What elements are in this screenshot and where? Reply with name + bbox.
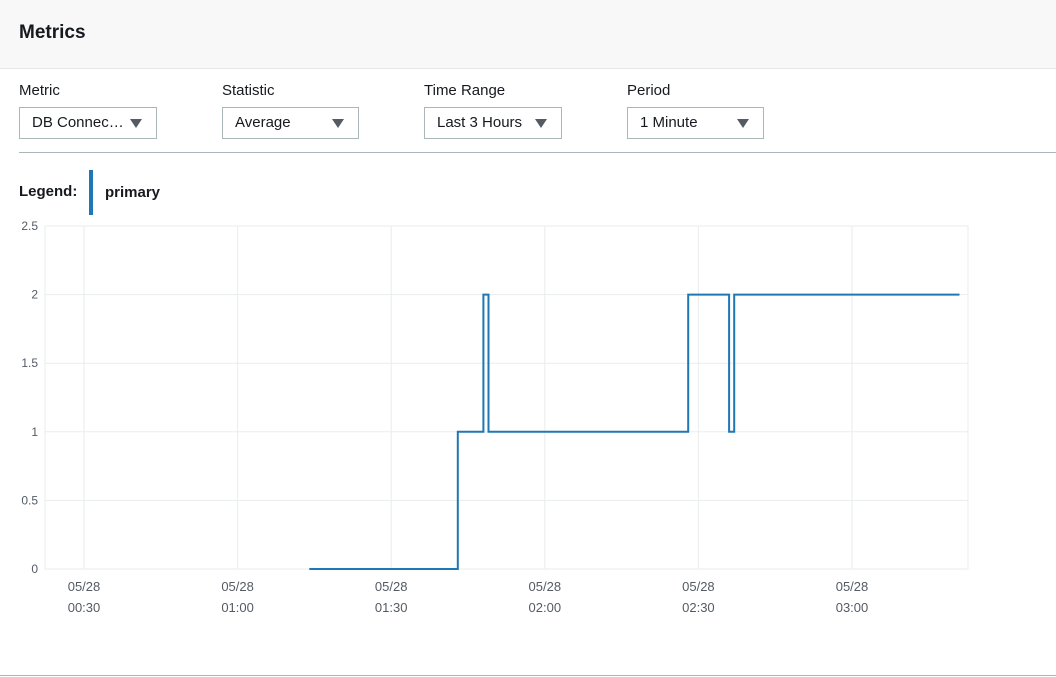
x-tick-date: 05/28	[68, 579, 101, 594]
y-tick-label: 0.5	[21, 493, 38, 507]
time-range-value: Last 3 Hours	[437, 114, 523, 131]
time-range-select[interactable]: Last 3 Hours	[424, 107, 562, 139]
caret-down-icon	[737, 119, 749, 128]
x-tick-date: 05/28	[221, 579, 254, 594]
y-tick-label: 2	[31, 288, 38, 302]
metric-control: Metric DB Connec…	[19, 82, 157, 139]
x-tick-date: 05/28	[682, 579, 715, 594]
metric-select[interactable]: DB Connec…	[19, 107, 157, 139]
x-tick-date: 05/28	[836, 579, 869, 594]
metric-label: Metric	[19, 82, 60, 99]
x-tick-date: 05/28	[529, 579, 562, 594]
x-tick-time: 03:00	[836, 600, 869, 615]
period-select[interactable]: 1 Minute	[627, 107, 764, 139]
statistic-control: Statistic Average	[222, 82, 359, 139]
y-tick-label: 2.5	[21, 219, 38, 233]
x-tick-date: 05/28	[375, 579, 408, 594]
y-tick-label: 1	[31, 425, 38, 439]
panel-header: Metrics	[0, 0, 1056, 69]
metrics-chart: 0 0.5 1 1.5 2 2.5 05/28 00:30 05/28 01:00 05/28 01:…	[21, 219, 969, 615]
time-range-control: Time Range Last 3 Hours	[424, 82, 562, 139]
caret-down-icon	[535, 119, 547, 128]
statistic-label: Statistic	[222, 82, 275, 99]
legend-swatch	[89, 170, 93, 215]
period-control: Period 1 Minute	[627, 82, 764, 139]
x-tick-time: 01:30	[375, 600, 408, 615]
period-value: 1 Minute	[640, 114, 698, 131]
caret-down-icon	[332, 119, 344, 128]
x-tick-time: 02:00	[529, 600, 562, 615]
caret-down-icon	[130, 119, 142, 128]
x-tick-time: 00:30	[68, 600, 101, 615]
y-tick-label: 1.5	[21, 356, 38, 370]
plot-area	[44, 225, 969, 570]
controls-divider	[19, 152, 1056, 153]
x-tick-time: 02:30	[682, 600, 715, 615]
time-range-label: Time Range	[424, 82, 506, 99]
statistic-select[interactable]: Average	[222, 107, 359, 139]
panel-title: Metrics	[19, 22, 86, 43]
period-label: Period	[627, 82, 671, 99]
metric-value: DB Connec…	[32, 114, 124, 131]
bottom-border	[0, 675, 1056, 676]
statistic-value: Average	[235, 114, 291, 131]
legend-series-name: primary	[105, 184, 161, 201]
x-tick-time: 01:00	[221, 600, 254, 615]
y-tick-label: 0	[31, 562, 38, 576]
legend-label: Legend:	[19, 183, 78, 200]
